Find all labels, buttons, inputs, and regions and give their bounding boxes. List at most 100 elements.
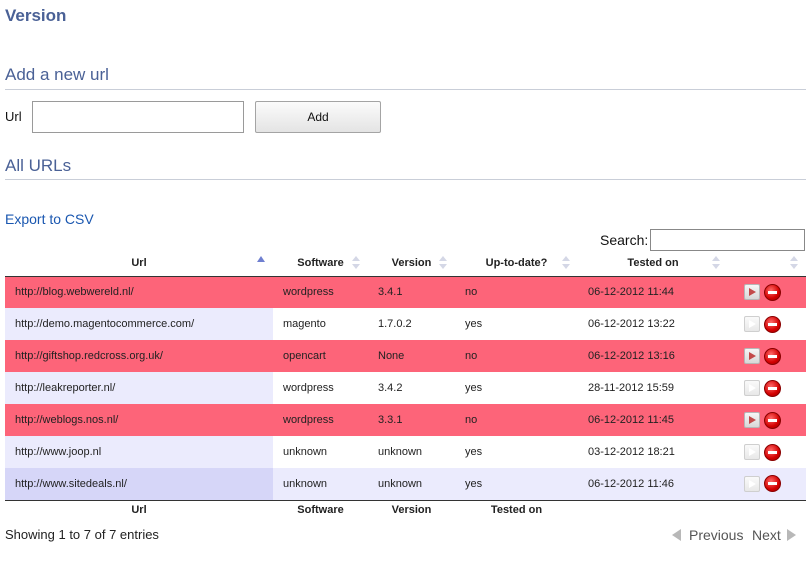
delete-icon[interactable] [764,475,781,493]
cell-actions [728,468,806,500]
play-icon[interactable] [744,475,760,492]
entries-info: Showing 1 to 7 of 7 entries [5,527,159,542]
cell-url: http://www.joop.nl [5,436,273,468]
play-icon[interactable] [744,284,760,301]
previous-button[interactable]: Previous [672,527,743,543]
cell-tested-on: 03-12-2012 18:21 [578,436,728,468]
search-label: Search: [600,232,649,248]
footer-empty [578,499,728,520]
cell-tested-on: 06-12-2012 13:16 [578,340,728,372]
export-csv-link[interactable]: Export to CSV [5,211,94,227]
cell-up-to-date: yes [455,436,578,468]
cell-url: http://blog.webwereld.nl/ [5,276,273,308]
cell-up-to-date: yes [455,372,578,404]
all-urls-heading: All URLs [5,156,72,175]
cell-up-to-date: yes [455,468,578,500]
url-label: Url [5,109,22,124]
column-header-software[interactable]: Software [273,251,368,277]
column-header-version[interactable]: Version [368,251,455,277]
cell-software: wordpress [273,404,368,436]
table-row: http://www.joop.nl unknown unknown yes 0… [5,436,806,468]
delete-icon[interactable] [764,443,781,461]
column-header-tested-on[interactable]: Tested on [578,251,728,277]
cell-url: http://www.sitedeals.nl/ [5,468,273,500]
cell-software: unknown [273,468,368,500]
table-row: http://blog.webwereld.nl/ wordpress 3.4.… [5,276,806,308]
sort-icon [790,256,798,270]
cell-actions [728,436,806,468]
table-row: http://giftshop.redcross.org.uk/ opencar… [5,340,806,372]
table-row: http://www.sitedeals.nl/ unknown unknown… [5,468,806,500]
cell-actions [728,372,806,404]
cell-url: http://weblogs.nos.nl/ [5,404,273,436]
cell-version: 3.4.2 [368,372,455,404]
footer-url: Url [5,499,273,520]
table-header-row: Url Software Version Up-to-date? Tested … [5,251,806,277]
play-icon[interactable] [744,412,760,428]
column-header-actions[interactable] [728,251,806,277]
cell-software: unknown [273,436,368,468]
url-input[interactable] [32,101,244,133]
cell-actions [728,340,806,372]
table-row: http://demo.magentocommerce.com/ magento… [5,308,806,340]
table-row: http://weblogs.nos.nl/ wordpress 3.3.1 n… [5,404,806,436]
table-footer-row: Url Software Version Tested on [5,499,806,520]
cell-up-to-date: no [455,276,578,308]
page-title: Version [5,6,67,25]
cell-version: 3.4.1 [368,276,455,308]
cell-up-to-date: no [455,340,578,372]
footer-version: Version [368,499,455,520]
table-row: http://leakreporter.nl/ wordpress 3.4.2 … [5,372,806,404]
add-button[interactable]: Add [255,101,381,133]
footer-tested-on: Tested on [455,499,578,520]
sort-icon [352,256,360,270]
cell-software: opencart [273,340,368,372]
delete-icon[interactable] [764,315,781,333]
next-button[interactable]: Next [752,527,796,543]
cell-actions [728,308,806,340]
footer-software: Software [273,499,368,520]
footer-empty [728,499,806,520]
delete-icon[interactable] [764,347,781,365]
delete-icon[interactable] [764,283,781,301]
arrow-left-icon [672,529,681,541]
play-icon[interactable] [744,316,760,332]
cell-url: http://leakreporter.nl/ [5,372,273,404]
cell-actions [728,404,806,436]
cell-tested-on: 28-11-2012 15:59 [578,372,728,404]
cell-tested-on: 06-12-2012 13:22 [578,308,728,340]
cell-software: wordpress [273,372,368,404]
cell-up-to-date: yes [455,308,578,340]
cell-url: http://demo.magentocommerce.com/ [5,308,273,340]
divider [5,89,806,90]
cell-actions [728,276,806,308]
divider [5,179,806,180]
add-url-heading: Add a new url [5,65,109,84]
cell-url: http://giftshop.redcross.org.uk/ [5,340,273,372]
cell-software: wordpress [273,276,368,308]
delete-icon[interactable] [764,411,781,429]
arrow-right-icon [786,529,796,541]
cell-tested-on: 06-12-2012 11:44 [578,276,728,308]
cell-up-to-date: no [455,404,578,436]
cell-tested-on: 06-12-2012 11:46 [578,468,728,500]
cell-version: unknown [368,468,455,500]
cell-version: 3.3.1 [368,404,455,436]
cell-version: None [368,340,455,372]
play-icon[interactable] [744,348,760,364]
cell-version: unknown [368,436,455,468]
column-header-up-to-date[interactable]: Up-to-date? [455,251,578,277]
cell-tested-on: 06-12-2012 11:45 [578,404,728,436]
delete-icon[interactable] [764,379,781,397]
sort-icon [562,256,570,270]
play-icon[interactable] [744,380,760,396]
sort-icon [712,256,720,270]
sort-icon [439,256,447,270]
play-icon[interactable] [744,444,760,460]
column-header-url[interactable]: Url [5,251,273,277]
cell-software: magento [273,308,368,340]
sort-ascending-icon [257,256,265,262]
cell-version: 1.7.0.2 [368,308,455,340]
search-input[interactable] [650,229,805,251]
urls-table: Url Software Version Up-to-date? Tested … [5,251,806,520]
